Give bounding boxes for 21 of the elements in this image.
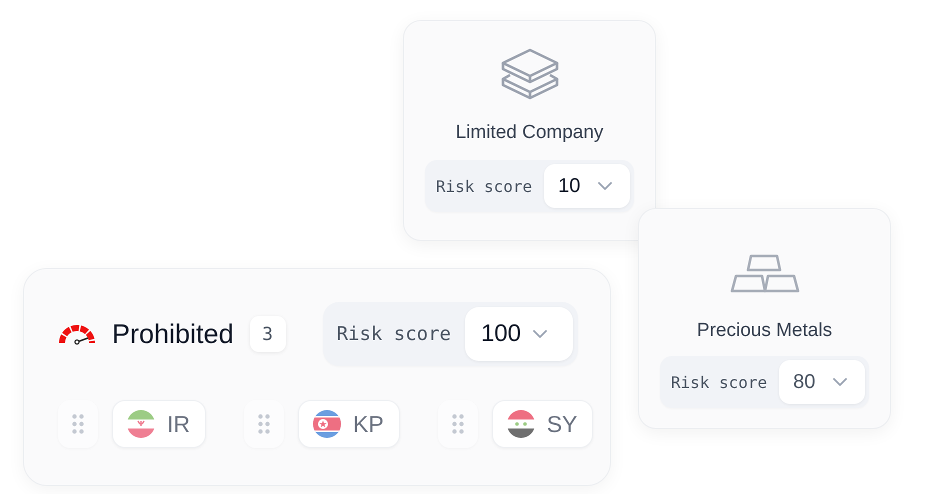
gauge-icon <box>58 323 96 345</box>
risk-score-label: Risk score <box>436 176 532 196</box>
flag-icon <box>506 410 535 438</box>
risk-score-label: Risk score <box>670 372 768 392</box>
country-chip[interactable]: KP <box>298 400 400 448</box>
ingots-icon <box>730 253 800 295</box>
chevron-down-icon <box>533 330 547 338</box>
country-chip[interactable]: IR <box>112 400 206 448</box>
card-title: Limited Company <box>456 122 604 144</box>
card-title: Precious Metals <box>696 320 832 342</box>
risk-score-label: Risk score <box>336 323 451 345</box>
count-badge: 3 <box>250 316 286 352</box>
chevron-down-icon <box>833 378 848 386</box>
risk-score-select[interactable]: 10 <box>544 164 630 208</box>
country-chip[interactable]: SY <box>492 400 594 448</box>
risk-score-select[interactable]: 100 <box>464 307 573 361</box>
flag-icon <box>313 410 341 438</box>
category-title: Prohibited <box>112 318 234 350</box>
risk-score-select[interactable]: 80 <box>779 360 866 404</box>
flag-icon <box>127 410 155 438</box>
chevron-down-icon <box>598 182 612 190</box>
